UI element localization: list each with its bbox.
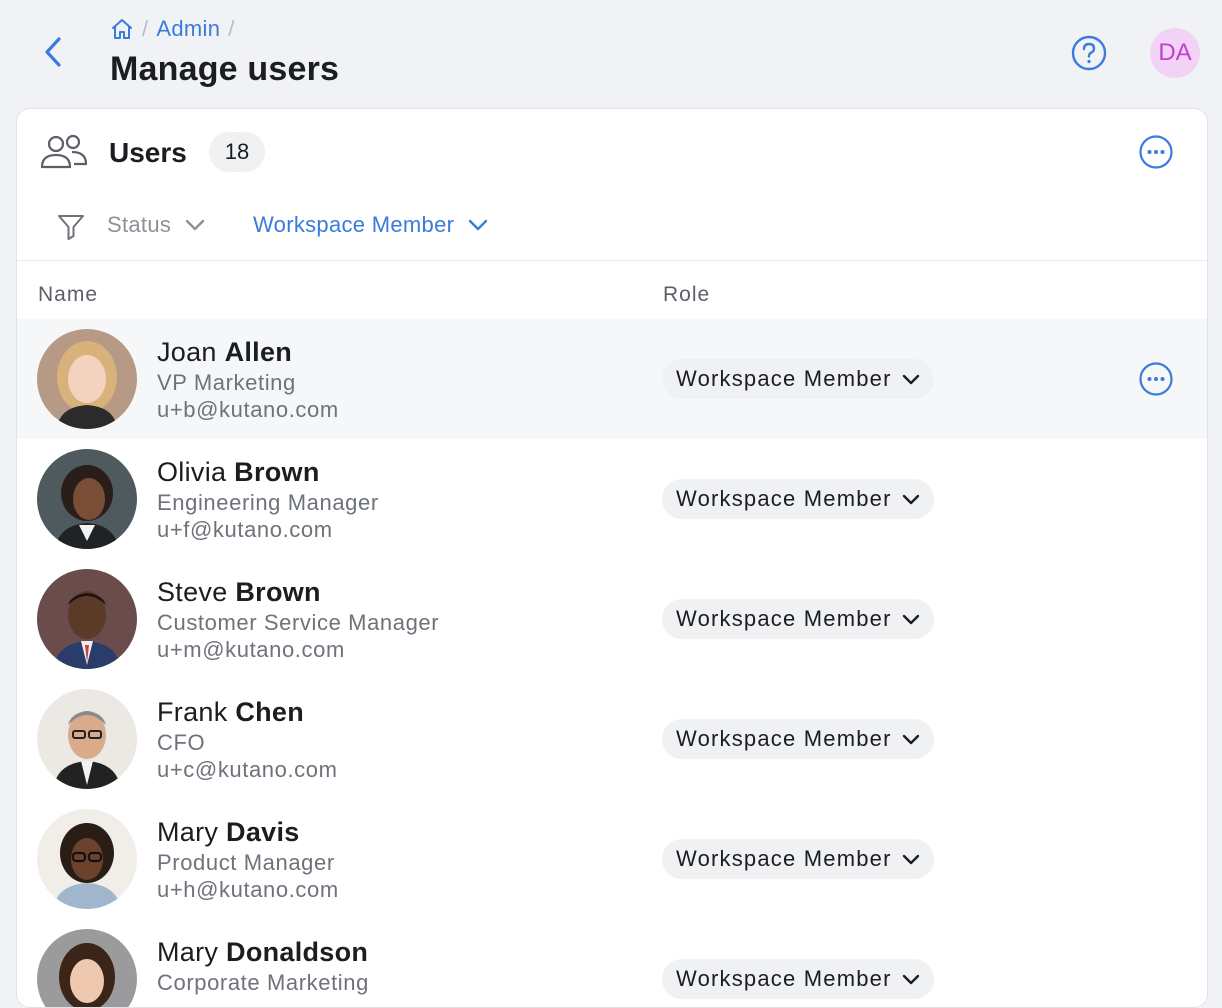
user-photo bbox=[37, 689, 137, 789]
role-label: Workspace Member bbox=[676, 846, 892, 871]
user-list: Joan Allen VP Marketing u+b@kutano.com W… bbox=[17, 319, 1207, 1007]
user-name[interactable]: Joan Allen bbox=[157, 337, 292, 368]
column-header-name[interactable]: Name bbox=[38, 283, 98, 307]
home-icon[interactable] bbox=[110, 17, 134, 41]
chevron-left-icon bbox=[45, 37, 61, 67]
user-name[interactable]: Frank Chen bbox=[157, 697, 304, 728]
user-title: Engineering Manager bbox=[157, 490, 379, 515]
role-dropdown[interactable]: Workspace Member bbox=[662, 599, 934, 639]
user-email: u+f@kutano.com bbox=[157, 517, 333, 542]
breadcrumb-admin-link[interactable]: Admin bbox=[156, 16, 220, 42]
help-icon bbox=[1071, 35, 1107, 71]
users-title: Users bbox=[109, 137, 187, 168]
chevron-down-icon bbox=[902, 734, 920, 745]
role-label: Workspace Member bbox=[676, 606, 892, 631]
user-name[interactable]: Steve Brown bbox=[157, 577, 321, 608]
status-filter-label: Status bbox=[107, 212, 172, 237]
user-email: u+b@kutano.com bbox=[157, 397, 339, 422]
role-label: Workspace Member bbox=[676, 966, 892, 991]
table-row[interactable]: Joan Allen VP Marketing u+b@kutano.com W… bbox=[17, 319, 1207, 439]
role-dropdown[interactable]: Workspace Member bbox=[662, 839, 934, 879]
users-card: Users 18 Status Workspace Member Name Ro… bbox=[16, 108, 1208, 1008]
user-email: u+c@kutano.com bbox=[157, 757, 338, 782]
role-dropdown[interactable]: Workspace Member bbox=[662, 359, 934, 399]
table-row[interactable]: Steve Brown Customer Service Manager u+m… bbox=[17, 559, 1207, 679]
user-title: Product Manager bbox=[157, 850, 335, 875]
user-title: Corporate Marketing bbox=[157, 970, 369, 995]
table-row[interactable]: Mary Davis Product Manager u+h@kutano.co… bbox=[17, 799, 1207, 919]
chevron-down-icon bbox=[902, 974, 920, 985]
user-email: u+h@kutano.com bbox=[157, 877, 339, 902]
chevron-down-icon bbox=[902, 614, 920, 625]
user-photo bbox=[37, 809, 137, 909]
chevron-down-icon bbox=[468, 219, 488, 231]
user-title: VP Marketing bbox=[157, 370, 296, 395]
more-icon bbox=[1139, 362, 1173, 396]
user-photo bbox=[37, 449, 137, 549]
column-header-role[interactable]: Role bbox=[663, 283, 710, 307]
page-title: Manage users bbox=[110, 50, 340, 88]
user-title: Customer Service Manager bbox=[157, 610, 440, 635]
role-label: Workspace Member bbox=[676, 726, 892, 751]
role-label: Workspace Member bbox=[676, 486, 892, 511]
user-name[interactable]: Olivia Brown bbox=[157, 457, 320, 488]
card-header: Users 18 Status Workspace Member bbox=[17, 109, 1207, 261]
breadcrumb-separator: / bbox=[228, 16, 235, 41]
users-more-button[interactable] bbox=[1138, 134, 1174, 170]
role-dropdown[interactable]: Workspace Member bbox=[662, 959, 934, 999]
account-avatar[interactable]: DA bbox=[1150, 28, 1200, 78]
top-bar: / Admin / Manage users DA bbox=[0, 0, 1222, 108]
member-filter-dropdown[interactable]: Workspace Member bbox=[253, 212, 488, 238]
user-name[interactable]: Mary Donaldson bbox=[157, 937, 368, 968]
users-count-badge: 18 bbox=[209, 132, 265, 172]
user-name[interactable]: Mary Davis bbox=[157, 817, 300, 848]
filter-icon bbox=[58, 215, 84, 240]
row-more-button[interactable] bbox=[1138, 361, 1174, 397]
users-icon bbox=[40, 134, 88, 169]
chevron-down-icon bbox=[902, 854, 920, 865]
back-button[interactable] bbox=[36, 34, 70, 70]
role-label: Workspace Member bbox=[676, 366, 892, 391]
help-button[interactable] bbox=[1070, 34, 1108, 72]
user-photo bbox=[37, 569, 137, 669]
chevron-down-icon bbox=[902, 494, 920, 505]
member-filter-label: Workspace Member bbox=[253, 212, 455, 237]
table-row[interactable]: Mary Donaldson Corporate Marketing Works… bbox=[17, 919, 1207, 1007]
breadcrumb-separator: / bbox=[142, 16, 149, 41]
table-row[interactable]: Olivia Brown Engineering Manager u+f@kut… bbox=[17, 439, 1207, 559]
role-dropdown[interactable]: Workspace Member bbox=[662, 719, 934, 759]
more-icon bbox=[1139, 135, 1173, 169]
user-title: CFO bbox=[157, 730, 206, 755]
user-email: u+m@kutano.com bbox=[157, 637, 345, 662]
table-row[interactable]: Frank Chen CFO u+c@kutano.com Workspace … bbox=[17, 679, 1207, 799]
chevron-down-icon bbox=[902, 374, 920, 385]
user-photo bbox=[37, 929, 137, 1007]
status-filter-dropdown[interactable]: Status bbox=[107, 212, 205, 238]
user-photo bbox=[37, 329, 137, 429]
chevron-down-icon bbox=[185, 219, 205, 231]
breadcrumb: / Admin / bbox=[110, 16, 243, 42]
role-dropdown[interactable]: Workspace Member bbox=[662, 479, 934, 519]
